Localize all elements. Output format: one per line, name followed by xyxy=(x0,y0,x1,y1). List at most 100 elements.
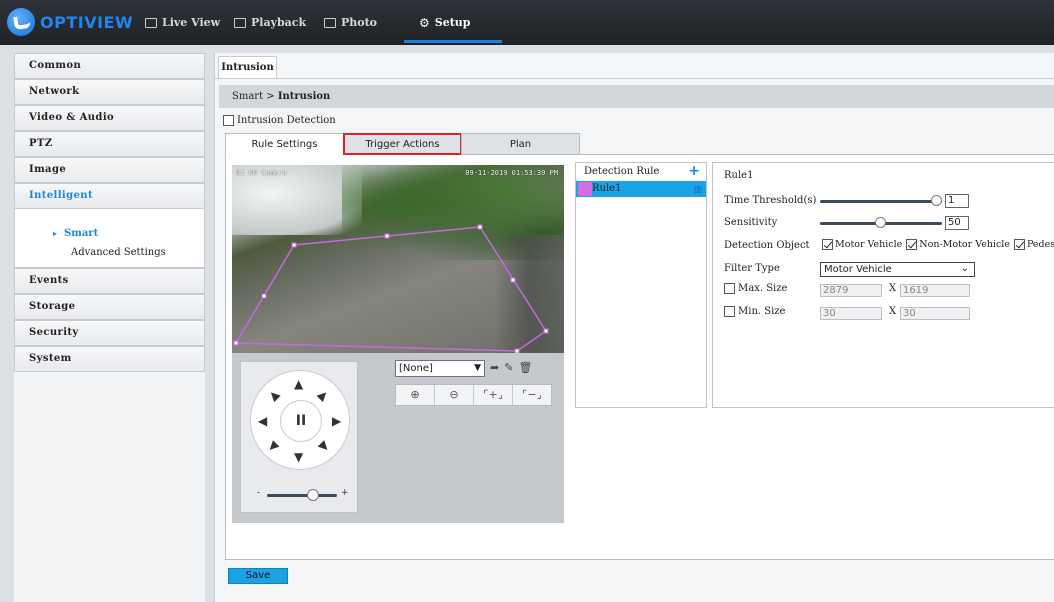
nav-setup[interactable]: ⚙ Setup xyxy=(419,0,470,45)
sidebar-item-system[interactable]: System xyxy=(14,346,205,372)
sensitivity-label: Sensitivity xyxy=(724,217,778,228)
rule-title: Rule1 xyxy=(724,170,754,181)
filter-type-value: Motor Vehicle xyxy=(824,264,892,275)
zoom-in-icon[interactable]: ⊕ xyxy=(396,385,435,405)
max-size-height-input[interactable]: 1619 xyxy=(900,284,970,297)
pan-up-left-icon[interactable]: ▲ xyxy=(265,387,281,403)
filter-type-label: Filter Type xyxy=(724,263,780,274)
tab-plan[interactable]: Plan xyxy=(461,133,580,155)
rule-list-item[interactable]: Rule1 ▥ xyxy=(576,181,706,197)
detection-rule-header: Detection Rule + xyxy=(576,163,706,181)
tab-rule-settings[interactable]: Rule Settings xyxy=(225,133,344,155)
focus-near-icon[interactable]: ⌜+⌟ xyxy=(474,385,513,405)
sidebar-item-intelligent[interactable]: Intelligent xyxy=(14,183,205,209)
sidebar-item-events[interactable]: Events xyxy=(14,268,205,294)
sensitivity-input[interactable]: 50 xyxy=(945,216,969,230)
sidebar-item-security[interactable]: Security xyxy=(14,320,205,346)
breadcrumb-root[interactable]: Smart xyxy=(232,91,263,102)
max-size-row: Max. Size xyxy=(724,283,787,294)
sidebar-item-image[interactable]: Image xyxy=(14,157,205,183)
live-video-preview[interactable]: 01 NW Camera 09-11-2019 01:53:39 PM xyxy=(232,165,564,353)
sidebar-item-video-audio[interactable]: Video & Audio xyxy=(14,105,205,131)
preset-select-value: [None] xyxy=(399,363,433,374)
nav-photo-label: Photo xyxy=(341,16,378,29)
sensitivity-slider[interactable] xyxy=(820,217,942,228)
min-size-width-input[interactable]: 30 xyxy=(820,307,882,320)
sidebar-item-ptz[interactable]: PTZ xyxy=(14,131,205,157)
sidebar-submenu-intelligent: Smart Advanced Settings xyxy=(14,209,205,268)
time-threshold-thumb[interactable] xyxy=(931,195,942,206)
tab-trigger-actions[interactable]: Trigger Actions xyxy=(343,133,462,155)
speed-thumb[interactable] xyxy=(307,489,319,501)
ptz-speed-slider[interactable]: - + xyxy=(257,488,349,501)
sidebar-subitem-smart[interactable]: Smart xyxy=(15,223,204,243)
sidebar-item-storage[interactable]: Storage xyxy=(14,294,205,320)
filter-type-select[interactable]: Motor Vehicle ⌄ xyxy=(820,262,975,277)
ptz-control-panel: ▲ ▼ ◀ ▶ ▲ ▲ ▼ ▼ II - + [None] ▼ ➦ ✎ 🗑 ⊕ … xyxy=(232,353,564,523)
trash-icon[interactable]: 🗑 xyxy=(518,361,532,374)
ptz-dial: ▲ ▼ ◀ ▶ ▲ ▲ ▼ ▼ II xyxy=(250,370,350,470)
pedestrian-checkbox[interactable] xyxy=(1013,239,1025,250)
motor-vehicle-label: Motor Vehicle xyxy=(835,239,903,250)
max-size-x-label: X xyxy=(889,283,897,294)
top-nav-bar: OPTIVIEW Live View Playback Photo ⚙ Setu… xyxy=(0,0,1054,45)
nav-photo[interactable]: Photo xyxy=(324,0,377,45)
save-button[interactable]: Save xyxy=(228,568,288,584)
sidebar-item-common[interactable]: Common xyxy=(14,53,205,79)
pan-left-icon[interactable]: ◀ xyxy=(258,415,267,427)
pause-button[interactable]: II xyxy=(280,400,322,442)
zoom-out-icon[interactable]: ⊖ xyxy=(435,385,474,405)
monitor-icon xyxy=(145,17,157,28)
breadcrumb-separator: > xyxy=(263,91,278,102)
speed-minus: - xyxy=(257,488,261,498)
min-size-x-label: X xyxy=(889,306,897,317)
main-content: Intrusion Smart > Intrusion Intrusion De… xyxy=(214,53,1054,602)
ptz-direction-pad: ▲ ▼ ◀ ▶ ▲ ▲ ▼ ▼ II - + xyxy=(240,361,358,513)
min-size-label: Min. Size xyxy=(738,306,786,317)
delete-rule-icon[interactable]: ▥ xyxy=(693,182,702,198)
intrusion-detection-checkbox[interactable] xyxy=(223,115,234,126)
focus-far-icon[interactable]: ⌜−⌟ xyxy=(513,385,551,405)
sidebar-subitem-smart-label: Smart xyxy=(64,228,99,239)
min-size-height-input[interactable]: 30 xyxy=(900,307,970,320)
rule-config-panel: Rule1 Time Threshold(s) 1 Sensitivity 50… xyxy=(712,162,1054,408)
subtab-bar: Rule Settings Trigger Actions Plan xyxy=(225,133,580,155)
pan-up-right-icon[interactable]: ▲ xyxy=(315,387,331,403)
brand-logo: OPTIVIEW xyxy=(7,8,133,36)
zoom-focus-buttons: ⊕ ⊖ ⌜+⌟ ⌜−⌟ xyxy=(395,384,552,406)
detection-object-options: Motor Vehicle Non-Motor Vehicle Pedestri… xyxy=(820,239,1054,250)
max-size-checkbox[interactable] xyxy=(724,283,735,294)
sidebar-subitem-advanced-settings[interactable]: Advanced Settings xyxy=(15,243,204,263)
intrusion-detection-toggle[interactable]: Intrusion Detection xyxy=(223,115,336,126)
nav-live-view[interactable]: Live View xyxy=(145,0,220,45)
time-threshold-slider[interactable] xyxy=(820,195,942,206)
speed-track xyxy=(267,494,337,497)
intrusion-region-polygon[interactable] xyxy=(232,165,564,353)
brand-logo-icon xyxy=(7,8,35,36)
min-size-checkbox[interactable] xyxy=(724,306,735,317)
add-rule-icon[interactable]: + xyxy=(688,162,700,180)
edit-pencil-icon[interactable]: ✎ xyxy=(504,361,513,374)
rule-name: Rule1 xyxy=(592,183,622,194)
pan-down-icon[interactable]: ▼ xyxy=(294,451,303,463)
preset-select[interactable]: [None] ▼ xyxy=(395,360,485,377)
time-threshold-input[interactable]: 1 xyxy=(945,194,969,208)
tab-intrusion[interactable]: Intrusion xyxy=(218,56,277,79)
non-motor-vehicle-checkbox[interactable] xyxy=(906,239,918,250)
pan-up-icon[interactable]: ▲ xyxy=(294,378,303,390)
breadcrumb: Smart > Intrusion xyxy=(219,85,1054,108)
pedestrian-label: Pedestrian xyxy=(1026,239,1054,250)
min-size-row: Min. Size xyxy=(724,306,785,317)
pan-right-icon[interactable]: ▶ xyxy=(332,415,341,427)
time-threshold-label: Time Threshold(s) xyxy=(724,195,817,206)
motor-vehicle-checkbox[interactable] xyxy=(822,239,833,250)
sensitivity-thumb[interactable] xyxy=(875,217,886,228)
max-size-width-input[interactable]: 2879 xyxy=(820,284,882,297)
max-size-label: Max. Size xyxy=(738,283,788,294)
chevron-down-icon: ▼ xyxy=(474,363,481,373)
pan-down-left-icon[interactable]: ▼ xyxy=(265,438,281,454)
nav-playback[interactable]: Playback xyxy=(234,0,306,45)
sidebar-item-network[interactable]: Network xyxy=(14,79,205,105)
pan-down-right-icon[interactable]: ▼ xyxy=(315,438,331,454)
go-arrow-icon[interactable]: ➦ xyxy=(490,361,499,374)
